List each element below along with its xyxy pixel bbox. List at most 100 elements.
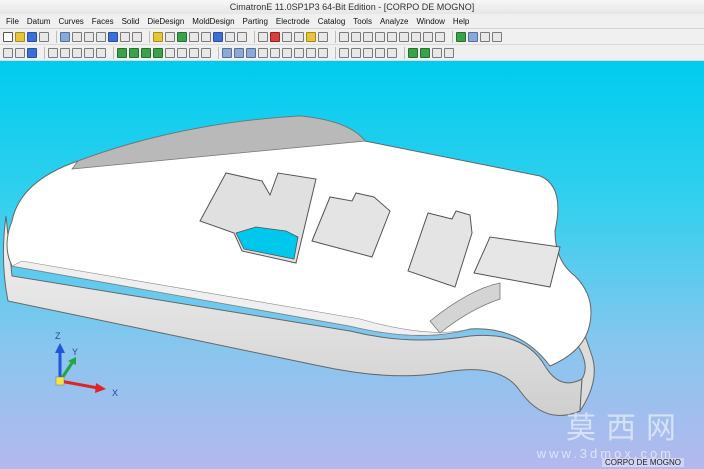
spline-icon[interactable]: [387, 31, 397, 42]
table-icon[interactable]: [294, 31, 304, 42]
add-solid-icon[interactable]: [234, 47, 244, 58]
new-solid-icon[interactable]: [222, 47, 232, 58]
remove-solid-icon[interactable]: [246, 47, 256, 58]
drive-icon[interactable]: [177, 47, 187, 58]
offset-icon[interactable]: [399, 31, 409, 42]
highlight-icon[interactable]: [306, 31, 316, 42]
revolve-icon[interactable]: [129, 47, 139, 58]
point-icon[interactable]: [375, 31, 385, 42]
menu-analyze[interactable]: Analyze: [376, 14, 412, 29]
datum-toolbar: [338, 47, 398, 58]
menu-file[interactable]: File: [2, 14, 23, 29]
chamfer-icon[interactable]: [435, 31, 445, 42]
datum-point-icon[interactable]: [363, 47, 373, 58]
curve-circle-icon[interactable]: [72, 47, 82, 58]
analyze-section-icon[interactable]: [444, 47, 454, 58]
layer-icon[interactable]: [177, 31, 187, 42]
menu-solid[interactable]: Solid: [118, 14, 144, 29]
guitar-body-model[interactable]: [2, 115, 595, 416]
curve-composite-icon[interactable]: [96, 47, 106, 58]
fillet-icon[interactable]: [423, 31, 433, 42]
analyze-curvature-icon[interactable]: [420, 47, 430, 58]
menu-datum[interactable]: Datum: [23, 14, 55, 29]
arc-icon[interactable]: [351, 31, 361, 42]
menu-faces[interactable]: Faces: [88, 14, 118, 29]
mate-icon[interactable]: [480, 31, 490, 42]
assembly-toolbar: [455, 31, 503, 42]
new-file-icon[interactable]: [3, 31, 13, 42]
pen-icon[interactable]: [270, 31, 280, 42]
graphics-viewport[interactable]: Z Y X 莫西网 www.3dmox.com CORPO DE MOGNO: [0, 61, 704, 469]
grid-icon[interactable]: [258, 31, 268, 42]
pan-icon[interactable]: [84, 31, 94, 42]
toolbar-separator: [149, 30, 150, 43]
explode-icon[interactable]: [492, 31, 502, 42]
measure-icon[interactable]: [201, 31, 211, 42]
menu-curves[interactable]: Curves: [54, 14, 87, 29]
component-icon[interactable]: [468, 31, 478, 42]
sketcher-icon[interactable]: [387, 47, 397, 58]
datum-axis-icon[interactable]: [351, 47, 361, 58]
curve-line-icon[interactable]: [48, 47, 58, 58]
display-toolbar: [152, 31, 248, 42]
toolbar-separator: [452, 30, 453, 43]
curve-arc-icon[interactable]: [60, 47, 70, 58]
loft-icon[interactable]: [153, 47, 163, 58]
select-icon[interactable]: [3, 47, 13, 58]
surface-toolbar: [116, 47, 212, 58]
toolbar-separator: [218, 46, 219, 59]
menu-window[interactable]: Window: [412, 14, 448, 29]
sweep-icon[interactable]: [141, 47, 151, 58]
analyze-distance-icon[interactable]: [432, 47, 442, 58]
extrude-icon[interactable]: [117, 47, 127, 58]
offset-face-icon[interactable]: [189, 47, 199, 58]
toolbar-separator: [56, 30, 57, 43]
line-icon[interactable]: [339, 31, 349, 42]
curve-spline-icon[interactable]: [84, 47, 94, 58]
hole-icon[interactable]: [282, 47, 292, 58]
menu-diedesign[interactable]: DieDesign: [143, 14, 188, 29]
toolbar-separator: [113, 46, 114, 59]
menu-parting[interactable]: Parting: [239, 14, 272, 29]
menu-help[interactable]: Help: [449, 14, 473, 29]
zoom-window-icon[interactable]: [72, 31, 82, 42]
print-icon[interactable]: [39, 31, 49, 42]
draft-icon[interactable]: [270, 47, 280, 58]
open-folder-icon[interactable]: [15, 31, 25, 42]
menu-tools[interactable]: Tools: [349, 14, 376, 29]
analyze-draft-icon[interactable]: [408, 47, 418, 58]
menu-molddesign[interactable]: MoldDesign: [188, 14, 238, 29]
mirror-icon[interactable]: [306, 47, 316, 58]
pin-icon[interactable]: [165, 31, 175, 42]
circle-icon[interactable]: [363, 31, 373, 42]
window-title: CimatronE 11.0SP1P3 64-Bit Edition - [CO…: [229, 2, 475, 12]
sketch-toolbar: [338, 31, 446, 42]
assembly-icon[interactable]: [456, 31, 466, 42]
split-icon[interactable]: [318, 47, 328, 58]
hide-icon[interactable]: [225, 31, 235, 42]
light-bulb-icon[interactable]: [153, 31, 163, 42]
save-icon[interactable]: [27, 31, 37, 42]
menu-electrode[interactable]: Electrode: [272, 14, 314, 29]
filter-icon[interactable]: [189, 31, 199, 42]
wireframe-view-icon[interactable]: [120, 31, 130, 42]
menu-catalog[interactable]: Catalog: [314, 14, 350, 29]
pattern-icon[interactable]: [294, 47, 304, 58]
shell-icon[interactable]: [258, 47, 268, 58]
blend-icon[interactable]: [165, 47, 175, 58]
ucs-icon[interactable]: [375, 47, 385, 58]
tools-toolbar: [257, 31, 329, 42]
show-icon[interactable]: [237, 31, 247, 42]
select-filter-icon[interactable]: [15, 47, 25, 58]
isometric-view-icon[interactable]: [132, 31, 142, 42]
properties-icon[interactable]: [318, 31, 328, 42]
datum-plane-icon[interactable]: [339, 47, 349, 58]
list-icon[interactable]: [282, 31, 292, 42]
trim-icon[interactable]: [411, 31, 421, 42]
select-all-icon[interactable]: [27, 47, 37, 58]
shaded-view-icon[interactable]: [108, 31, 118, 42]
color-icon[interactable]: [213, 31, 223, 42]
cap-icon[interactable]: [201, 47, 211, 58]
zoom-all-icon[interactable]: [60, 31, 70, 42]
rotate-icon[interactable]: [96, 31, 106, 42]
